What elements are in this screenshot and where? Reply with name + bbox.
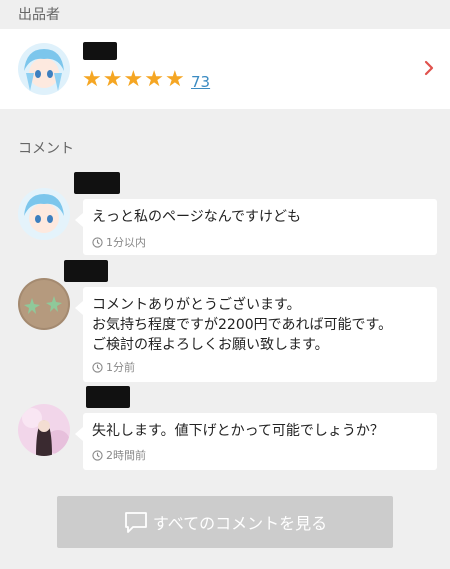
star-icon: ★ [82,67,102,92]
view-all-comments-button[interactable]: すべてのコメントを見る [57,496,393,548]
comment-time: 2時間前 [106,449,146,462]
comment-icon [124,512,147,533]
comment-text: 失礼します。値下げとかって可能でしょうか？ [92,423,384,439]
star-icon: ★ [144,67,164,92]
commenter-avatar [18,404,70,456]
comment-text: えっと私のページなんですけども [92,209,302,225]
view-all-comments-label: すべてのコメントを見る [152,514,328,533]
comment-timestamp: 2時間前 [92,447,146,463]
rating-stars: ★ ★ ★ ★ ★ [82,69,185,91]
seller-avatar [18,43,70,95]
comment-time: 1分前 [106,361,135,374]
comment-bubble: えっと私のページなんですけども 1分以内 [75,199,437,255]
redacted-username [86,386,130,408]
comment-item: 失礼します。値下げとかって可能でしょうか？ 2時間前 [0,386,450,472]
comment-timestamp: 1分以内 [92,234,146,250]
comment-item: コメントありがとうございます。 お気持ち程度ですが2200円であれば可能です。 … [0,258,450,384]
star-icon: ★ [164,67,185,92]
clock-icon [92,236,103,248]
comment-timestamp: 1分前 [92,359,135,375]
comment-text: コメントありがとうございます。 お気持ち程度ですが2200円であれば可能です。 … [92,297,393,353]
seller-card[interactable]: ★ ★ ★ ★ ★ 73 [0,29,450,109]
redacted-username [74,172,120,194]
clock-icon [92,361,103,373]
comment-time: 1分以内 [106,236,146,249]
star-icon: ★ [102,67,123,92]
comments-section-label: コメント [18,141,74,157]
redacted-username [64,260,108,282]
commenter-avatar [18,278,70,330]
comment-item: えっと私のページなんですけども 1分以内 [0,172,450,258]
comment-bubble: コメントありがとうございます。 お気持ち程度ですが2200円であれば可能です。 … [75,287,437,382]
star-icon: ★ [123,67,144,92]
clock-icon [92,449,103,461]
rating-count-link[interactable]: 73 [191,73,210,91]
redacted-username [83,42,117,60]
chevron-right-icon [424,60,434,76]
seller-section-label: 出品者 [18,7,60,23]
comment-bubble: 失礼します。値下げとかって可能でしょうか？ 2時間前 [75,413,437,470]
commenter-avatar [18,188,70,240]
